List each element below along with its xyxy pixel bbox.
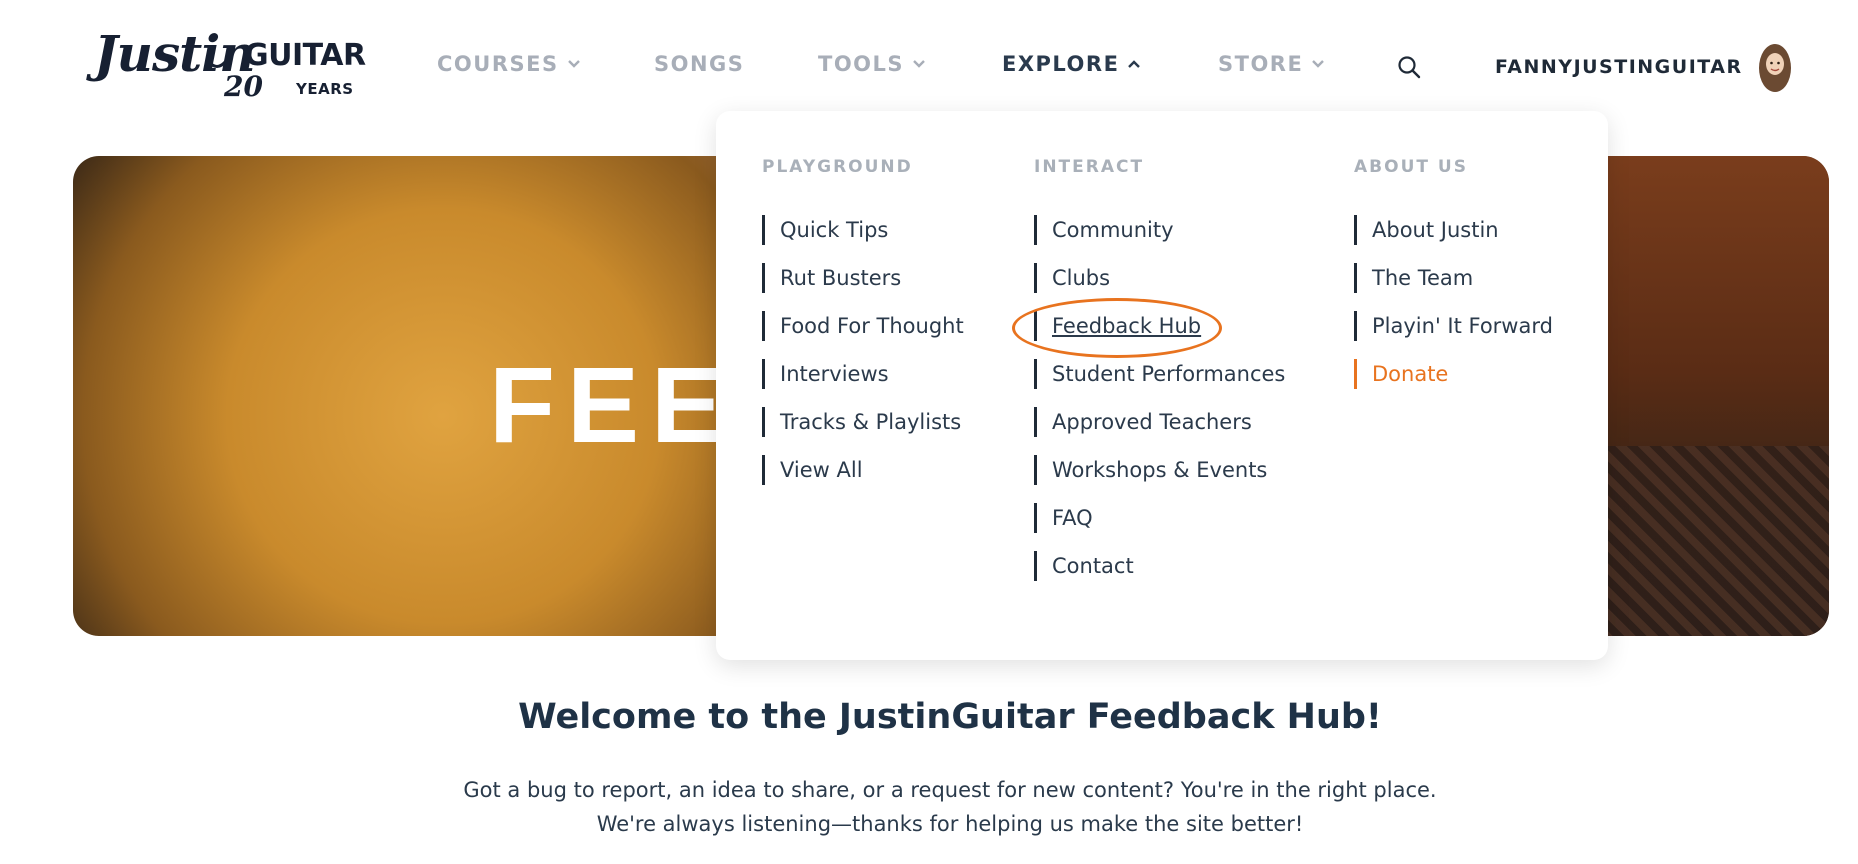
column-about-us: ABOUT US About Justin The Team Playin' I… (1354, 157, 1553, 407)
link-quick-tips[interactable]: Quick Tips (762, 215, 964, 245)
link-interviews[interactable]: Interviews (762, 359, 964, 389)
chevron-down-icon (567, 60, 580, 68)
link-food-for-thought[interactable]: Food For Thought (762, 311, 964, 341)
nav-explore[interactable]: EXPLORE (1002, 52, 1141, 76)
avatar[interactable] (1755, 42, 1795, 94)
column-playground: PLAYGROUND Quick Tips Rut Busters Food F… (762, 157, 964, 503)
nav-courses-label: COURSES (437, 52, 559, 76)
search-icon[interactable] (1396, 54, 1422, 80)
link-donate[interactable]: Donate (1354, 359, 1553, 389)
intro-text: Got a bug to report, an idea to share, o… (0, 773, 1858, 841)
link-view-all[interactable]: View All (762, 455, 964, 485)
link-approved-teachers[interactable]: Approved Teachers (1034, 407, 1285, 437)
logo-twenty: 20 (224, 70, 263, 103)
link-community[interactable]: Community (1034, 215, 1285, 245)
nav-store[interactable]: STORE (1218, 52, 1325, 76)
explore-dropdown: PLAYGROUND Quick Tips Rut Busters Food F… (716, 111, 1608, 660)
nav-songs-label: SONGS (654, 52, 745, 76)
column-heading: ABOUT US (1354, 157, 1468, 177)
chevron-up-icon (1128, 60, 1141, 68)
intro-line-1: Got a bug to report, an idea to share, o… (463, 778, 1437, 802)
link-workshops-events[interactable]: Workshops & Events (1034, 455, 1285, 485)
link-rut-busters[interactable]: Rut Busters (762, 263, 964, 293)
nav-songs[interactable]: SONGS (654, 52, 744, 76)
logo-guitar: GUITAR (244, 38, 366, 73)
nav-store-label: STORE (1218, 52, 1304, 76)
logo-years: YEARS (296, 80, 354, 98)
justinguitar-logo[interactable]: Justin GUITAR 20 YEARS (94, 24, 366, 104)
nav-tools-label: TOOLS (818, 52, 905, 76)
username-link[interactable]: FANNYJUSTINGUITAR (1495, 56, 1743, 78)
link-feedback-hub[interactable]: Feedback Hub (1034, 311, 1285, 341)
hero-rug (1579, 446, 1829, 636)
nav-courses[interactable]: COURSES (437, 52, 581, 76)
column-interact: INTERACT Community Clubs Feedback Hub St… (1034, 157, 1285, 599)
link-the-team[interactable]: The Team (1354, 263, 1553, 293)
chevron-down-icon (1312, 60, 1325, 68)
intro-line-2: We're always listening—thanks for helpin… (596, 812, 1304, 836)
page-title: Welcome to the JustinGuitar Feedback Hub… (518, 697, 1382, 737)
link-tracks-playlists[interactable]: Tracks & Playlists (762, 407, 964, 437)
link-contact[interactable]: Contact (1034, 551, 1285, 581)
link-clubs[interactable]: Clubs (1034, 263, 1285, 293)
link-playin-it-forward[interactable]: Playin' It Forward (1354, 311, 1553, 341)
column-heading: PLAYGROUND (762, 157, 913, 177)
column-heading: INTERACT (1034, 157, 1145, 177)
nav-tools[interactable]: TOOLS (818, 52, 926, 76)
nav-explore-label: EXPLORE (1002, 52, 1120, 76)
chevron-down-icon (913, 60, 925, 68)
link-faq[interactable]: FAQ (1034, 503, 1285, 533)
link-student-performances[interactable]: Student Performances (1034, 359, 1285, 389)
link-about-justin[interactable]: About Justin (1354, 215, 1553, 245)
